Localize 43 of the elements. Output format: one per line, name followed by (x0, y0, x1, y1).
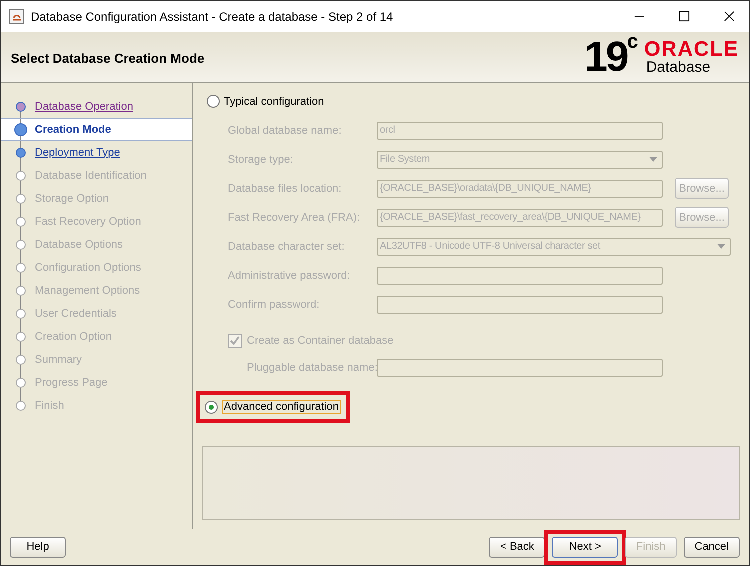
radio-button[interactable] (207, 95, 220, 108)
step-label: Summary (35, 354, 82, 366)
maximize-icon[interactable] (679, 11, 690, 22)
field-label: Global database name: (228, 124, 343, 136)
window-title: Database Configuration Assistant - Create a database - Step 2 of 14 (31, 10, 394, 24)
checkbox-label: Create as Container database (247, 335, 394, 347)
page-title: Select Database Creation Mode (11, 50, 205, 66)
caret-icon (717, 244, 726, 249)
step-label: User Credentials (35, 308, 117, 320)
field-label: Database character set: (228, 240, 346, 252)
next-button[interactable]: Next > (552, 536, 618, 558)
field-label: Storage type: (228, 154, 294, 166)
step-label: Management Options (35, 284, 140, 296)
step-link[interactable]: Deployment Type (35, 146, 120, 158)
step-label: Creation Option (35, 330, 112, 342)
field-label: Database files location: (228, 182, 343, 194)
step-label: Progress Page (35, 376, 108, 388)
step-label: Database Identification (35, 170, 147, 182)
brand-name: ORACLE (644, 39, 739, 60)
radio-label: Typical configuration (224, 96, 324, 108)
radio-label: Advanced configuration (222, 400, 341, 414)
dropdown-value: File System (380, 154, 430, 165)
cancel-button[interactable]: Cancel (684, 536, 740, 558)
field-label: Pluggable database name: (247, 362, 377, 374)
step-label: Database Options (35, 238, 124, 250)
radio-button[interactable] (205, 400, 218, 414)
field-label: Fast Recovery Area (FRA): (228, 212, 362, 224)
step-label: Finish (35, 400, 64, 412)
help-button[interactable]: Help (10, 536, 66, 558)
step-label: Storage Option (35, 192, 109, 204)
field-label: Confirm password: (228, 298, 321, 310)
back-button[interactable]: < Back (489, 536, 546, 558)
field-label: Administrative password: (228, 270, 352, 282)
step-label: Fast Recovery Option (35, 216, 142, 228)
step-link[interactable]: Database Operation (35, 100, 134, 112)
product-name: Database (645, 60, 712, 75)
dropdown-value: AL32UTF8 - Unicode UTF-8 Universal character set (380, 241, 600, 252)
version-number: 19$^{c}$ (584, 36, 638, 78)
step-label: Creation Mode (35, 124, 112, 136)
caret-icon (649, 157, 658, 162)
app-icon (9, 8, 25, 24)
close-icon[interactable] (724, 11, 735, 22)
step-label: Configuration Options (35, 262, 142, 274)
